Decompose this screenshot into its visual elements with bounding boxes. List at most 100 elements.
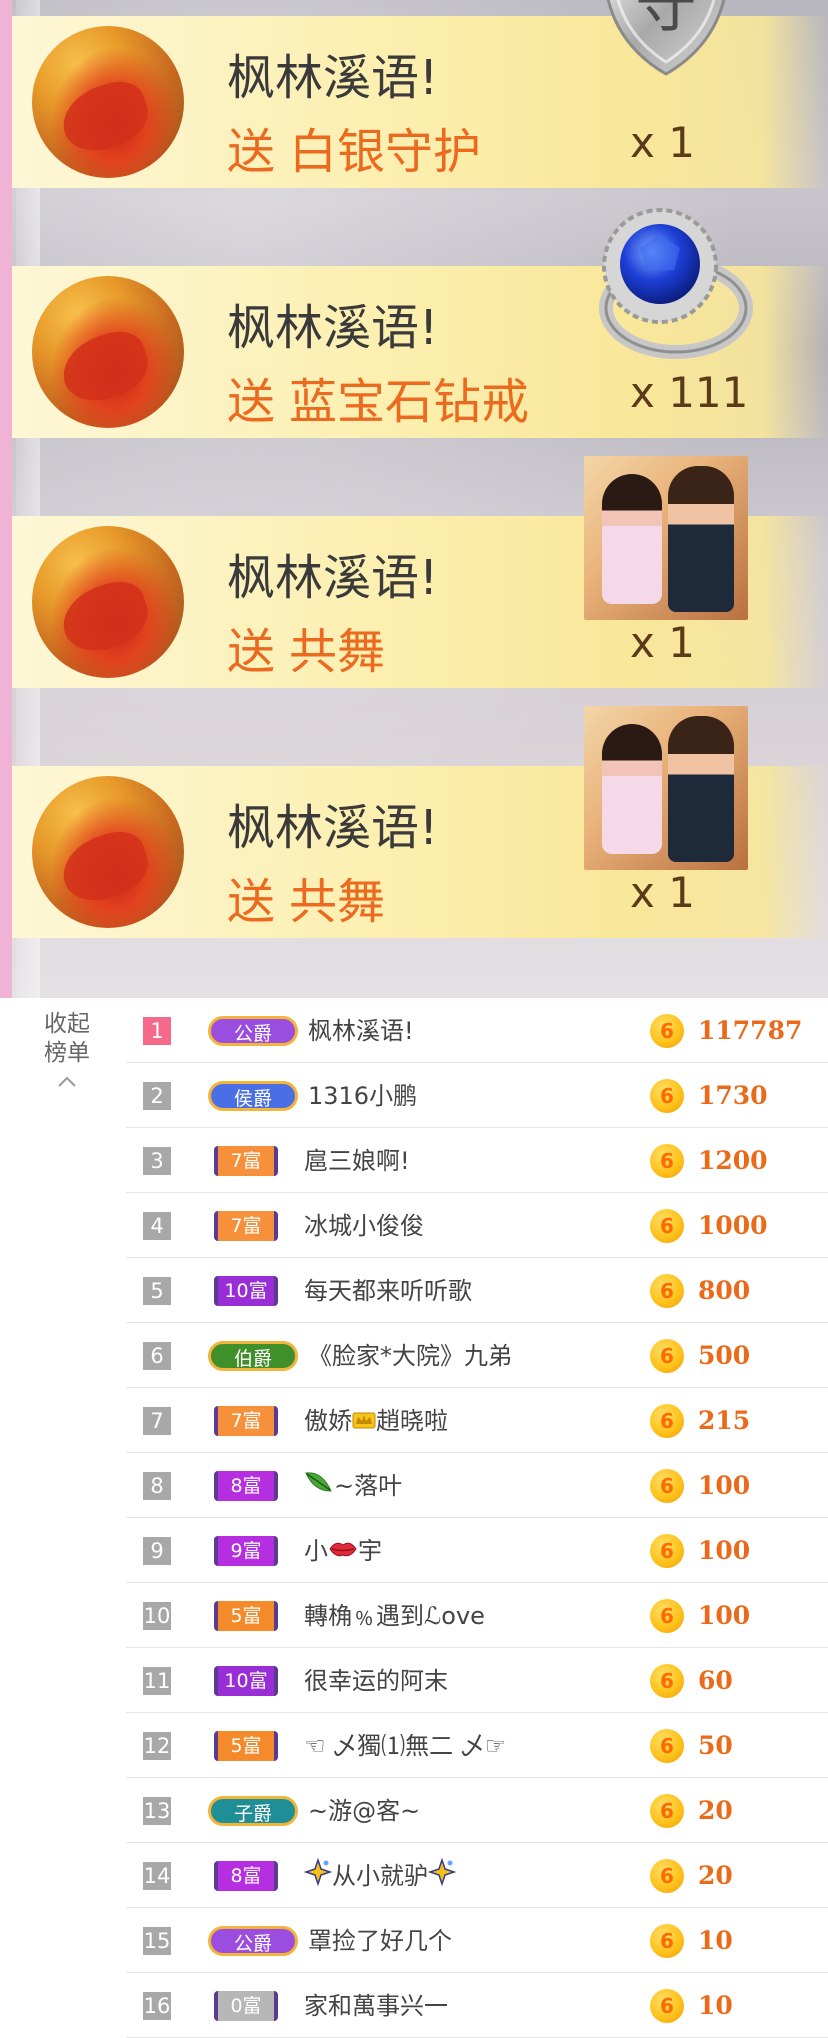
- rank-number: 9: [143, 1537, 171, 1565]
- ranking-row[interactable]: 7 7富 傲娇 趙晓啦 6 215: [126, 1388, 828, 1453]
- coin-icon: 6: [650, 1339, 684, 1373]
- wealth-level-badge: 0富: [214, 1991, 278, 2021]
- rank-number: 5: [143, 1277, 171, 1305]
- gift-notification[interactable]: 枫林溪语! 送共舞 x 1: [12, 706, 828, 938]
- left-accent-bar: [0, 0, 12, 998]
- contribution-amount: 1000: [698, 1211, 768, 1240]
- ranking-row[interactable]: 14 8富 从小就驴 6 20: [126, 1843, 828, 1908]
- leaf-emoji: [304, 1468, 334, 1506]
- username[interactable]: 很幸运的阿末: [304, 1662, 448, 1700]
- ranking-row[interactable]: 3 7富 扈三娘啊! 6 1200: [126, 1128, 828, 1193]
- username[interactable]: 傲娇 趙晓啦: [304, 1402, 448, 1441]
- contribution-amount: 20: [698, 1861, 733, 1890]
- contribution-amount: 50: [698, 1731, 733, 1760]
- coin-icon: 6: [650, 1664, 684, 1698]
- contribution-amount: 1200: [698, 1146, 768, 1175]
- wealth-level-badge: 7富: [214, 1211, 278, 1241]
- lips-emoji: [328, 1533, 358, 1571]
- ranking-row[interactable]: 5 10富 每天都来听听歌 6 800: [126, 1258, 828, 1323]
- ranking-row[interactable]: 10 5富 轉桷﹪遇到ℒove 6 100: [126, 1583, 828, 1648]
- couple-dance-icon: [584, 706, 748, 870]
- username[interactable]: 小宇: [304, 1532, 382, 1571]
- wealth-level-badge: 5富: [214, 1731, 278, 1761]
- username[interactable]: 罩捡了好几个: [308, 1922, 452, 1960]
- gift-line: 送蓝宝石钻戒: [227, 362, 529, 432]
- username-part: 从小就驴: [332, 1862, 428, 1890]
- contribution-amount: 500: [698, 1341, 751, 1370]
- ranking-row[interactable]: 15 公爵 罩捡了好几个 6 10: [126, 1908, 828, 1973]
- username[interactable]: 《脸家*大院》九弟: [308, 1337, 512, 1375]
- sapphire-ring-icon: [599, 208, 753, 359]
- username[interactable]: 冰城小俊俊: [304, 1207, 424, 1245]
- rank-number: 11: [143, 1667, 171, 1695]
- coin-icon: 6: [650, 1859, 684, 1893]
- gift-broadcast-panel: 枫林溪语! 送白银守护 x 1 守 枫林溪语! 送蓝宝石钻戒 x 111 枫林溪…: [0, 0, 828, 998]
- sparkle-emoji: [427, 1857, 457, 1897]
- username[interactable]: 每天都来听听歌: [304, 1272, 472, 1310]
- username-part: 傲娇: [304, 1407, 352, 1435]
- gift-notification[interactable]: 枫林溪语! 送共舞 x 1: [12, 456, 828, 688]
- ranking-row[interactable]: 16 0富 家和萬事兴一 6 10: [126, 1973, 828, 2038]
- rank-number: 13: [143, 1797, 171, 1825]
- username-part: 趙晓啦: [376, 1407, 448, 1435]
- username[interactable]: ~游@客~: [308, 1792, 420, 1830]
- noble-title-badge: 伯爵: [208, 1341, 298, 1371]
- contribution-amount: 117787: [698, 1016, 803, 1045]
- wealth-level-badge: 9富: [214, 1536, 278, 1566]
- gift-line: 送共舞: [227, 612, 385, 682]
- sparkle-emoji: [303, 1857, 333, 1897]
- sender-name: 枫林溪语!: [227, 300, 439, 356]
- coin-icon: 6: [650, 1989, 684, 2023]
- contribution-amount: 1730: [698, 1081, 768, 1110]
- noble-title-badge: 公爵: [208, 1926, 298, 1956]
- contribution-amount: 20: [698, 1796, 733, 1825]
- collapse-label-2: 榜单: [44, 1040, 90, 1066]
- ranking-row[interactable]: 2 侯爵 1316小鹏 6 1730: [126, 1063, 828, 1128]
- rank-number: 14: [143, 1862, 171, 1890]
- username-part: 宇: [358, 1537, 382, 1565]
- ranking-row[interactable]: 12 5富 ☜ 乄獨⑴無二 乄☞ 6 50: [126, 1713, 828, 1778]
- send-prefix: 送: [227, 124, 276, 180]
- ranking-row[interactable]: 11 10富 很幸运的阿末 6 60: [126, 1648, 828, 1713]
- username[interactable]: 从小就驴: [303, 1857, 457, 1897]
- ranking-row[interactable]: 6 伯爵 《脸家*大院》九弟 6 500: [126, 1323, 828, 1388]
- gift-count: x 111: [630, 368, 749, 417]
- sender-name: 枫林溪语!: [227, 800, 439, 856]
- avatar[interactable]: [32, 26, 184, 178]
- rank-number: 2: [143, 1082, 171, 1110]
- wealth-level-badge: 7富: [214, 1146, 278, 1176]
- sender-name: 枫林溪语!: [227, 550, 439, 606]
- coin-icon: 6: [650, 1144, 684, 1178]
- username[interactable]: ~落叶: [304, 1467, 402, 1506]
- coin-icon: 6: [650, 1469, 684, 1503]
- username[interactable]: ☜ 乄獨⑴無二 乄☞: [304, 1727, 506, 1765]
- ranking-row[interactable]: 9 9富小宇 6 100: [126, 1518, 828, 1583]
- send-prefix: 送: [227, 374, 276, 430]
- ranking-row[interactable]: 13 子爵 ~游@客~ 6 20: [126, 1778, 828, 1843]
- avatar[interactable]: [32, 276, 184, 428]
- wealth-level-badge: 10富: [214, 1666, 278, 1696]
- shield-char: 守: [635, 0, 697, 41]
- contribution-amount: 60: [698, 1666, 733, 1695]
- username[interactable]: 轉桷﹪遇到ℒove: [304, 1597, 485, 1635]
- collapse-ranking-button[interactable]: 收起 榜单: [30, 1010, 104, 1088]
- gift-name: 共舞: [289, 874, 386, 930]
- coin-icon: 6: [650, 1014, 684, 1048]
- gift-name: 蓝宝石钻戒: [289, 374, 530, 430]
- avatar[interactable]: [32, 776, 184, 928]
- avatar[interactable]: [32, 526, 184, 678]
- contribution-amount: 800: [698, 1276, 751, 1305]
- ranking-row[interactable]: 8 8富 ~落叶 6 100: [126, 1453, 828, 1518]
- ranking-row[interactable]: 1 公爵 枫林溪语! 6 117787: [126, 998, 828, 1063]
- contribution-amount: 215: [698, 1406, 751, 1435]
- gift-notification[interactable]: 枫林溪语! 送蓝宝石钻戒 x 111: [12, 208, 828, 438]
- username[interactable]: 扈三娘啊!: [304, 1142, 410, 1180]
- gift-notification[interactable]: 枫林溪语! 送白银守护 x 1 守: [12, 0, 828, 188]
- username[interactable]: 1316小鹏: [308, 1077, 417, 1115]
- username[interactable]: 枫林溪语!: [308, 1012, 414, 1050]
- rank-number: 6: [143, 1342, 171, 1370]
- ranking-panel: 收起 榜单 1 公爵 枫林溪语! 6 117787 2 侯爵 1316小鹏 6 1730 3 7富 扈三…: [0, 998, 828, 2038]
- username[interactable]: 家和萬事兴一: [304, 1987, 448, 2025]
- shield-icon: 守: [606, 0, 726, 76]
- ranking-row[interactable]: 4 7富 冰城小俊俊 6 1000: [126, 1193, 828, 1258]
